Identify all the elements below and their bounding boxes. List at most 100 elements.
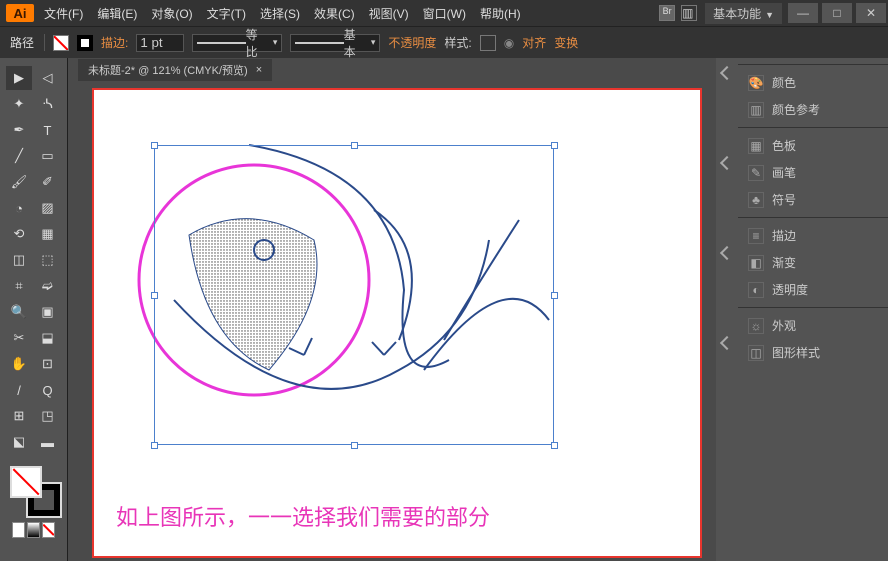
panel-色板[interactable]: ▦色板	[738, 132, 888, 159]
panel-icon: ◫	[748, 345, 764, 361]
tool-6[interactable]: ╱	[6, 144, 32, 168]
selection-box[interactable]	[154, 145, 554, 445]
tool-8[interactable]: 🖌	[6, 170, 32, 194]
fill-swatch[interactable]	[53, 35, 69, 51]
tool-14[interactable]: ◫	[6, 248, 32, 272]
tool-20[interactable]: ✂	[6, 326, 32, 350]
tool-21[interactable]: ⬓	[35, 326, 61, 350]
tool-17[interactable]: ➫	[35, 274, 61, 298]
align-label[interactable]: 对齐	[522, 34, 546, 51]
document-tab[interactable]: 未标题-2* @ 121% (CMYK/预览)×	[78, 59, 272, 81]
panel-符号[interactable]: ♣符号	[738, 186, 888, 213]
menu-视图[interactable]: 视图(V)	[369, 5, 409, 22]
style-swatch[interactable]	[480, 35, 496, 51]
panel-颜色参考[interactable]: ▥ 颜色参考	[738, 96, 888, 123]
minimize-button[interactable]: —	[788, 3, 818, 23]
panel-图形样式[interactable]: ◫图形样式	[738, 339, 888, 366]
menu-效果[interactable]: 效果(C)	[314, 5, 355, 22]
tool-0[interactable]: ▶	[6, 66, 32, 90]
recolor-icon[interactable]: ◉	[504, 36, 514, 50]
fill-stroke-control[interactable]	[10, 466, 60, 516]
tool-2[interactable]: ✦	[6, 92, 32, 116]
menu-文字[interactable]: 文字(T)	[207, 5, 246, 22]
panel-颜色[interactable]: 🎨 颜色	[738, 69, 888, 96]
tool-12[interactable]: ⟲	[6, 222, 32, 246]
panel-label: 描边	[772, 227, 796, 244]
panel-外观[interactable]: ☼外观	[738, 312, 888, 339]
maximize-button[interactable]: □	[822, 3, 852, 23]
bridge-icon[interactable]: Br	[659, 5, 675, 21]
menu-帮助[interactable]: 帮助(H)	[480, 5, 521, 22]
tool-7[interactable]: ▭	[35, 144, 61, 168]
tool-27[interactable]: ◳	[35, 404, 61, 428]
tool-10[interactable]: ◔	[6, 196, 32, 220]
menubar: 文件(F) 编辑(E) 对象(O) 文字(T) 选择(S) 效果(C) 视图(V) 窗口(W)…	[44, 5, 651, 22]
collapse-arrow-icon[interactable]	[720, 246, 734, 260]
selection-handle[interactable]	[151, 142, 158, 149]
tool-29[interactable]: ▬	[35, 430, 61, 454]
panel-渐变[interactable]: ◧渐变	[738, 249, 888, 276]
tool-4[interactable]: ✒	[6, 118, 32, 142]
tool-9[interactable]: ✐	[35, 170, 61, 194]
selection-handle[interactable]	[551, 292, 558, 299]
fill-color[interactable]	[10, 466, 42, 498]
tool-13[interactable]: ▦	[35, 222, 61, 246]
arrange-icon[interactable]: ▥	[681, 5, 697, 21]
collapse-arrow-icon[interactable]	[720, 336, 734, 350]
panel-label: 颜色	[772, 74, 796, 91]
panel-icon: 🎨	[748, 75, 764, 91]
tool-15[interactable]: ⬚	[35, 248, 61, 272]
close-tab-icon[interactable]: ×	[256, 64, 262, 76]
panel-label: 画笔	[772, 164, 796, 181]
tool-25[interactable]: Q	[35, 378, 61, 402]
stroke-weight-label: 描边:	[101, 34, 128, 51]
tool-5[interactable]: T	[35, 118, 61, 142]
tool-11[interactable]: ▨	[35, 196, 61, 220]
control-bar: 路径 描边: 等比▾ 基本▾ 不透明度 样式: ◉ 对齐 变换	[0, 26, 888, 58]
collapse-arrow-icon[interactable]	[720, 156, 734, 170]
menu-对象[interactable]: 对象(O)	[151, 5, 192, 22]
panel-描边[interactable]: ≡描边	[738, 222, 888, 249]
brush-select[interactable]: 基本▾	[290, 34, 380, 52]
panel-label: 色板	[772, 137, 796, 154]
artboard[interactable]: 如上图所示，一一选择我们需要的部分	[92, 88, 702, 558]
tool-19[interactable]: ▣	[35, 300, 61, 324]
tool-28[interactable]: ⬕	[6, 430, 32, 454]
opacity-label: 不透明度	[388, 34, 436, 51]
panel-icon: ◧	[748, 255, 764, 271]
stroke-weight-input[interactable]	[136, 34, 184, 52]
close-button[interactable]: ✕	[856, 3, 886, 23]
menu-窗口[interactable]: 窗口(W)	[423, 5, 466, 22]
tool-23[interactable]: ⊡	[35, 352, 61, 376]
selection-handle[interactable]	[351, 442, 358, 449]
panel-icon: ▥	[748, 102, 764, 118]
tool-18[interactable]: 🔍	[6, 300, 32, 324]
menu-文件[interactable]: 文件(F)	[44, 5, 83, 22]
workspace-dropdown[interactable]: 基本功能▼	[705, 3, 782, 24]
stroke-swatch[interactable]	[77, 35, 93, 51]
selection-handle[interactable]	[151, 292, 158, 299]
panel-画笔[interactable]: ✎画笔	[738, 159, 888, 186]
menu-选择[interactable]: 选择(S)	[260, 5, 300, 22]
selection-handle[interactable]	[551, 442, 558, 449]
tool-22[interactable]: ✋	[6, 352, 32, 376]
selection-handle[interactable]	[351, 142, 358, 149]
collapse-arrow-icon[interactable]	[720, 66, 734, 80]
gradient-mode-icon[interactable]	[27, 522, 40, 538]
menu-编辑[interactable]: 编辑(E)	[97, 5, 137, 22]
selection-handle[interactable]	[151, 442, 158, 449]
tool-16[interactable]: ⌗	[6, 274, 32, 298]
profile-select[interactable]: 等比▾	[192, 34, 282, 52]
tool-3[interactable]: ᔀ	[35, 92, 61, 116]
tool-1[interactable]: ◁	[35, 66, 61, 90]
tool-26[interactable]: ⊞	[6, 404, 32, 428]
panel-透明度[interactable]: ◐透明度	[738, 276, 888, 303]
color-mode-icon[interactable]	[12, 522, 25, 538]
tool-24[interactable]: /	[6, 378, 32, 402]
transform-label[interactable]: 变换	[554, 34, 578, 51]
panel-label: 外观	[772, 317, 796, 334]
panel-label: 符号	[772, 191, 796, 208]
selection-handle[interactable]	[551, 142, 558, 149]
none-mode-icon[interactable]	[42, 522, 55, 538]
panel-label: 颜色参考	[772, 101, 820, 118]
